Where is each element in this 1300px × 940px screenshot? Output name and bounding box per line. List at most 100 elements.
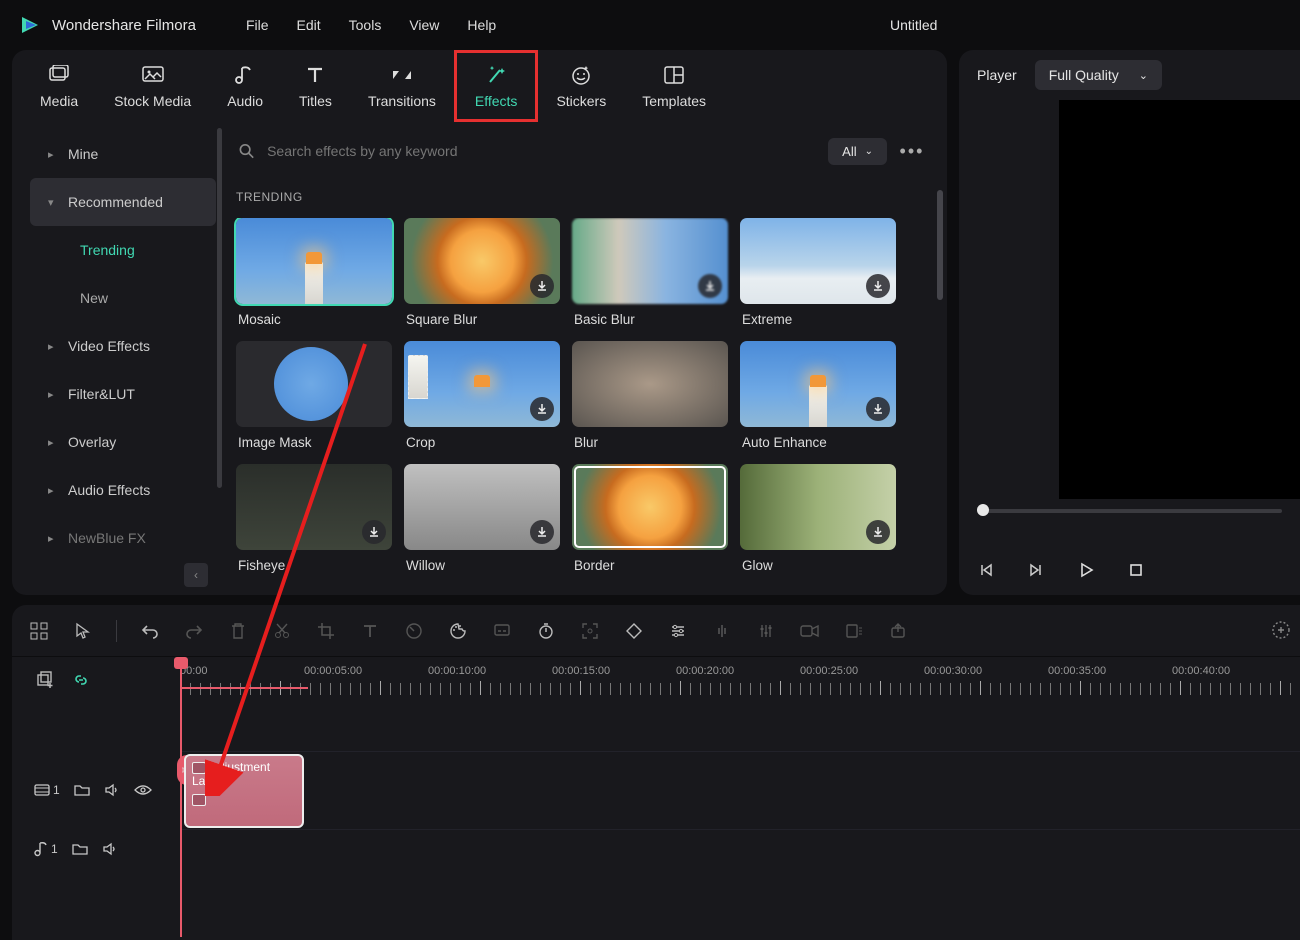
download-icon[interactable] (530, 397, 554, 421)
collapse-sidebar-button[interactable]: ‹ (184, 563, 208, 587)
audio-track-lane[interactable] (180, 829, 1300, 869)
add-track-icon[interactable] (34, 669, 56, 691)
visibility-icon[interactable] (134, 784, 152, 796)
tab-label: Effects (475, 93, 518, 109)
download-icon[interactable] (866, 274, 890, 298)
layout-grid-icon[interactable] (28, 620, 50, 642)
undo-icon[interactable] (139, 620, 161, 642)
effect-card-mosaic[interactable]: Mosaic (236, 218, 392, 327)
step-frame-button[interactable] (1027, 561, 1045, 579)
sidebar-item-audio-effects[interactable]: ▸Audio Effects (30, 466, 216, 514)
timeline-zoom-button[interactable] (1270, 619, 1292, 641)
sidebar-item-newblue-fx[interactable]: ▸NewBlue FX (30, 514, 216, 562)
effect-card-glow[interactable]: Glow (740, 464, 896, 573)
sidebar-sub-trending[interactable]: Trending (30, 226, 216, 274)
effect-card-crop[interactable]: Crop (404, 341, 560, 450)
menu-view[interactable]: View (409, 17, 439, 33)
effect-card-auto-enhance[interactable]: Auto Enhance (740, 341, 896, 450)
export-icon[interactable] (887, 620, 909, 642)
playback-knob[interactable] (977, 504, 989, 516)
tab-effects[interactable]: Effects (454, 50, 539, 122)
folder-icon[interactable] (74, 783, 90, 797)
audio-wave-icon[interactable] (711, 620, 733, 642)
redo-icon[interactable] (183, 620, 205, 642)
effect-thumbnail (236, 341, 392, 427)
menu-edit[interactable]: Edit (297, 17, 321, 33)
folder-icon[interactable] (72, 842, 88, 856)
sidebar-item-video-effects[interactable]: ▸Video Effects (30, 322, 216, 370)
download-icon[interactable] (530, 274, 554, 298)
sidebar-sub-new[interactable]: New (30, 274, 216, 322)
chevron-right-icon: ▸ (48, 484, 58, 497)
tab-label: Media (40, 93, 78, 109)
menu-file[interactable]: File (246, 17, 269, 33)
effect-label: Mosaic (236, 304, 392, 327)
sidebar-item-recommended[interactable]: ▾Recommended (30, 178, 216, 226)
chevron-down-icon: ⌄ (1139, 69, 1148, 82)
caption-icon[interactable] (491, 620, 513, 642)
effect-label: Square Blur (404, 304, 560, 327)
stop-button[interactable] (1127, 561, 1145, 579)
effect-card-square-blur[interactable]: Square Blur (404, 218, 560, 327)
effect-card-fisheye[interactable]: Fisheye (236, 464, 392, 573)
tab-titles[interactable]: Titles (281, 50, 350, 122)
crop-icon[interactable] (315, 620, 337, 642)
playhead[interactable] (180, 657, 182, 937)
sidebar-item-mine[interactable]: ▸Mine (30, 130, 216, 178)
tab-transitions[interactable]: Transitions (350, 50, 454, 122)
focus-icon[interactable] (579, 620, 601, 642)
sidebar-item-overlay[interactable]: ▸Overlay (30, 418, 216, 466)
color-icon[interactable] (447, 620, 469, 642)
effect-thumbnail (236, 218, 392, 304)
menu-tools[interactable]: Tools (349, 17, 382, 33)
effect-card-willow[interactable]: Willow (404, 464, 560, 573)
download-icon[interactable] (866, 397, 890, 421)
timeline-ruler[interactable]: 00:0000:00:05:0000:00:10:0000:00:15:0000… (180, 657, 1300, 703)
effect-card-basic-blur[interactable]: Basic Blur (572, 218, 728, 327)
search-input[interactable] (267, 143, 818, 159)
tab-audio[interactable]: Audio (209, 50, 281, 122)
playback-track[interactable] (977, 509, 1282, 513)
text-icon[interactable] (359, 620, 381, 642)
download-icon[interactable] (530, 520, 554, 544)
clip-effect-icon (192, 794, 206, 806)
more-options-button[interactable]: ••• (897, 141, 927, 162)
speed-icon[interactable] (403, 620, 425, 642)
tab-label: Templates (642, 93, 706, 109)
tab-stock-media[interactable]: Stock Media (96, 50, 209, 122)
record-icon[interactable] (799, 620, 821, 642)
filter-dropdown[interactable]: All⌄ (828, 138, 887, 165)
download-icon[interactable] (362, 520, 386, 544)
link-icon[interactable] (70, 669, 92, 691)
download-icon[interactable] (866, 520, 890, 544)
effect-card-image-mask[interactable]: Image Mask (236, 341, 392, 450)
tab-templates[interactable]: Templates (624, 50, 724, 122)
cursor-tool-icon[interactable] (72, 620, 94, 642)
tab-media[interactable]: Media (22, 50, 96, 122)
download-icon[interactable] (698, 274, 722, 298)
adjust-icon[interactable] (667, 620, 689, 642)
sidebar-item-label: Overlay (68, 434, 116, 450)
timer-icon[interactable] (535, 620, 557, 642)
mixer-icon[interactable] (755, 620, 777, 642)
play-button[interactable] (1077, 561, 1095, 579)
cut-icon[interactable] (271, 620, 293, 642)
mute-icon[interactable] (102, 842, 118, 856)
effect-card-border[interactable]: Border (572, 464, 728, 573)
sidebar-item-label: NewBlue FX (68, 530, 146, 546)
adjustment-layer-clip[interactable]: Adjustment La... (184, 754, 304, 828)
preview-viewport[interactable] (1059, 100, 1300, 499)
tab-stickers[interactable]: Stickers (538, 50, 624, 122)
device-icon[interactable] (843, 620, 865, 642)
mute-icon[interactable] (104, 783, 120, 797)
menu-help[interactable]: Help (467, 17, 496, 33)
scrollbar[interactable] (937, 190, 943, 300)
quality-dropdown[interactable]: Full Quality⌄ (1035, 60, 1162, 90)
keyframe-icon[interactable] (623, 620, 645, 642)
sidebar-item-filter-lut[interactable]: ▸Filter&LUT (30, 370, 216, 418)
effect-card-blur[interactable]: Blur (572, 341, 728, 450)
prev-frame-button[interactable] (977, 561, 995, 579)
delete-icon[interactable] (227, 620, 249, 642)
effect-card-extreme[interactable]: Extreme (740, 218, 896, 327)
video-track-lane[interactable]: Adjustment La... (180, 751, 1300, 829)
